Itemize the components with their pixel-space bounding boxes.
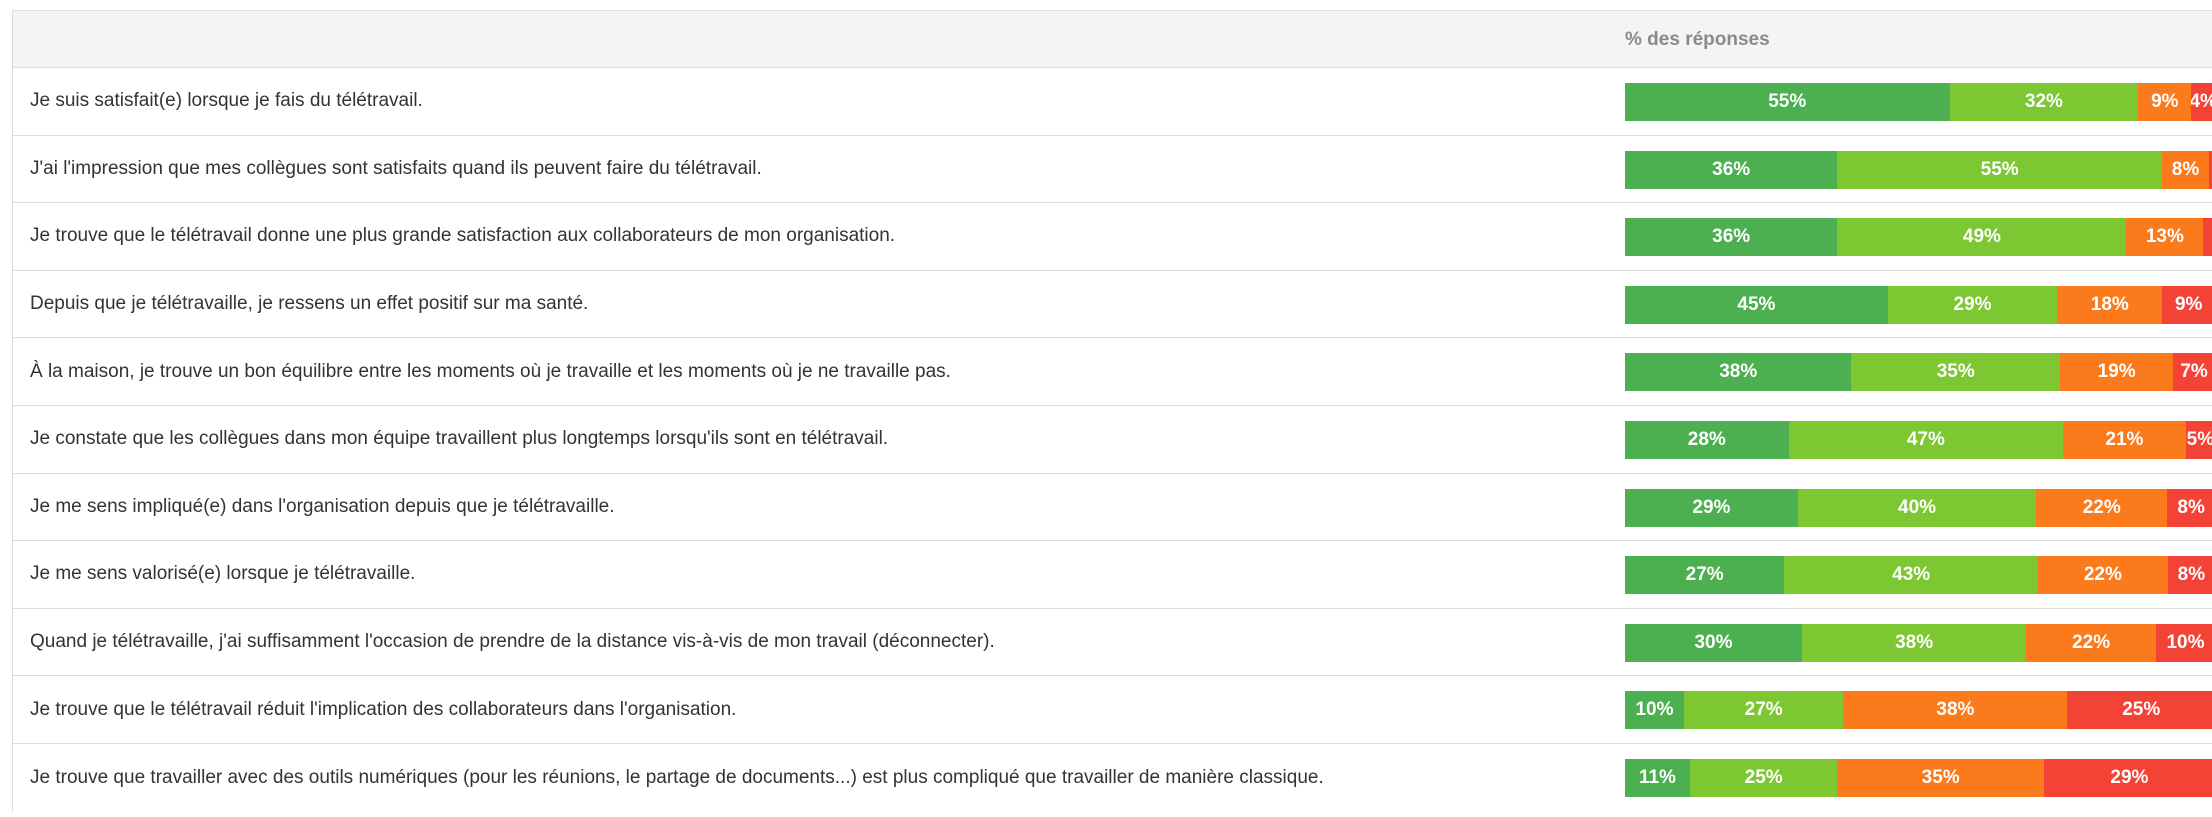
- table-row: Je trouve que le télétravail réduit l'im…: [13, 676, 2212, 744]
- bar-segment-strongly-disagree: 5%: [2185, 420, 2212, 459]
- bar-segment-strongly-agree: 27%: [1625, 556, 1785, 595]
- bar-segment-agree: 35%: [1851, 353, 2061, 392]
- bar-segment-disagree: 18%: [2057, 285, 2163, 324]
- bar-segment-strongly-disagree: 25%: [2067, 691, 2212, 730]
- stacked-bar: 36% 49% 13%: [1625, 218, 2212, 257]
- stacked-bar: 29% 40% 22% 8%: [1625, 488, 2212, 527]
- stacked-bar: 27% 43% 22% 8%: [1625, 556, 2212, 595]
- bar-segment-agree: 29%: [1887, 285, 2058, 324]
- bar-segment-disagree: 35%: [1837, 758, 2044, 797]
- stacked-bar: 45% 29% 18% 9%: [1625, 285, 2212, 324]
- table-body: Je suis satisfait(e) lorsque je fais du …: [13, 68, 2212, 812]
- bar-segment-disagree: 22%: [2036, 488, 2168, 527]
- bar-segment-agree: 49%: [1837, 218, 2127, 257]
- stacked-bar: 55%32%9%4%: [1625, 83, 2212, 121]
- table-row: Je me sens valorisé(e) lorsque je télétr…: [13, 541, 2212, 609]
- bar-segment-strongly-disagree: 8%: [2167, 488, 2212, 527]
- question-label: Je me sens impliqué(e) dans l'organisati…: [30, 495, 615, 517]
- survey-results-table: % des réponses Je suis satisfait(e) lors…: [12, 10, 2212, 812]
- bar-segment-strongly-agree: 29%: [1625, 488, 1798, 527]
- question-label: Depuis que je télétravaille, je ressens …: [30, 293, 589, 315]
- bar-segment-strongly-agree: 36%: [1625, 218, 1838, 257]
- bar-segment-disagree: 38%: [1843, 691, 2068, 730]
- stacked-bar: 38% 35% 19% 7%: [1625, 353, 2212, 392]
- bar-segment-agree: 43%: [1784, 556, 2038, 595]
- stacked-bar: 10% 27% 38% 25%: [1625, 691, 2212, 730]
- bar-segment-agree: 32%: [1949, 83, 2139, 121]
- bar-segment-disagree: 13%: [2126, 218, 2204, 257]
- question-label: Je trouve que le télétravail réduit l'im…: [30, 698, 737, 720]
- bar-segment-disagree: 19%: [2060, 353, 2174, 392]
- responses-column-title: % des réponses: [1625, 29, 1770, 50]
- table-row: Quand je télétravaille, j'ai suffisammen…: [13, 609, 2212, 677]
- stacked-bar: 28% 47% 21% 5%: [1625, 420, 2212, 459]
- question-label: Je constate que les collègues dans mon é…: [30, 428, 889, 450]
- bar-segment-strongly-agree: 36%: [1625, 150, 1838, 189]
- question-label: Quand je télétravaille, j'ai suffisammen…: [30, 631, 995, 653]
- table-row: Je me sens impliqué(e) dans l'organisati…: [13, 474, 2212, 542]
- bar-segment-strongly-disagree: 4%: [2191, 83, 2212, 121]
- question-label: J'ai l'impression que mes collègues sont…: [30, 157, 762, 179]
- stacked-bar: 36% 55% 8%: [1625, 150, 2212, 189]
- bar-segment-agree: 40%: [1797, 488, 2037, 527]
- bar-segment-agree: 27%: [1684, 691, 1844, 730]
- bar-segment-agree: 38%: [1802, 623, 2027, 662]
- bar-segment-strongly-disagree: [2203, 218, 2212, 257]
- table-header: % des réponses: [13, 11, 2212, 68]
- table-row: Je suis satisfait(e) lorsque je fais du …: [13, 68, 2212, 136]
- question-label: Je trouve que travailler avec des outils…: [30, 766, 1324, 788]
- bar-segment-strongly-agree: 55%: [1625, 83, 1950, 121]
- stacked-bar: 11% 25% 35% 29%: [1625, 758, 2212, 797]
- table-row: Je trouve que travailler avec des outils…: [13, 744, 2212, 812]
- bar-segment-strongly-agree: 11%: [1625, 758, 1690, 797]
- table-row: Depuis que je télétravaille, je ressens …: [13, 271, 2212, 339]
- bar-segment-disagree: 21%: [2063, 420, 2186, 459]
- question-label: Je suis satisfait(e) lorsque je fais du …: [30, 90, 423, 112]
- bar-segment-disagree: 9%: [2138, 83, 2192, 121]
- bar-segment-strongly-agree: 45%: [1625, 285, 1888, 324]
- bar-segment-strongly-disagree: 7%: [2173, 353, 2212, 392]
- bar-segment-strongly-agree: 28%: [1625, 420, 1789, 459]
- bar-segment-strongly-agree: 30%: [1625, 623, 1802, 662]
- bar-segment-strongly-agree: 10%: [1625, 691, 1684, 730]
- bar-segment-disagree: 8%: [2161, 150, 2210, 189]
- bar-segment-strongly-agree: 38%: [1625, 353, 1852, 392]
- question-label: Je me sens valorisé(e) lorsque je télétr…: [30, 563, 416, 585]
- stacked-bar: 30% 38% 22% 10%: [1625, 623, 2212, 662]
- table-row: À la maison, je trouve un bon équilibre …: [13, 338, 2212, 406]
- bar-segment-disagree: 22%: [2026, 623, 2156, 662]
- bar-segment-strongly-disagree: 29%: [2043, 758, 2212, 797]
- bar-segment-disagree: 22%: [2037, 556, 2168, 595]
- bar-segment-agree: 55%: [1837, 150, 2162, 189]
- bar-segment-agree: 25%: [1689, 758, 1838, 797]
- bar-segment-strongly-disagree: 9%: [2162, 285, 2212, 324]
- bar-segment-strongly-disagree: 8%: [2167, 556, 2212, 595]
- table-row: Je constate que les collègues dans mon é…: [13, 406, 2212, 474]
- question-label: À la maison, je trouve un bon équilibre …: [30, 360, 951, 382]
- bar-segment-agree: 47%: [1788, 420, 2064, 459]
- bar-segment-strongly-disagree: 10%: [2155, 623, 2212, 662]
- table-row: J'ai l'impression que mes collègues sont…: [13, 136, 2212, 204]
- question-label: Je trouve que le télétravail donne une p…: [30, 225, 896, 247]
- table-row: Je trouve que le télétravail donne une p…: [13, 203, 2212, 271]
